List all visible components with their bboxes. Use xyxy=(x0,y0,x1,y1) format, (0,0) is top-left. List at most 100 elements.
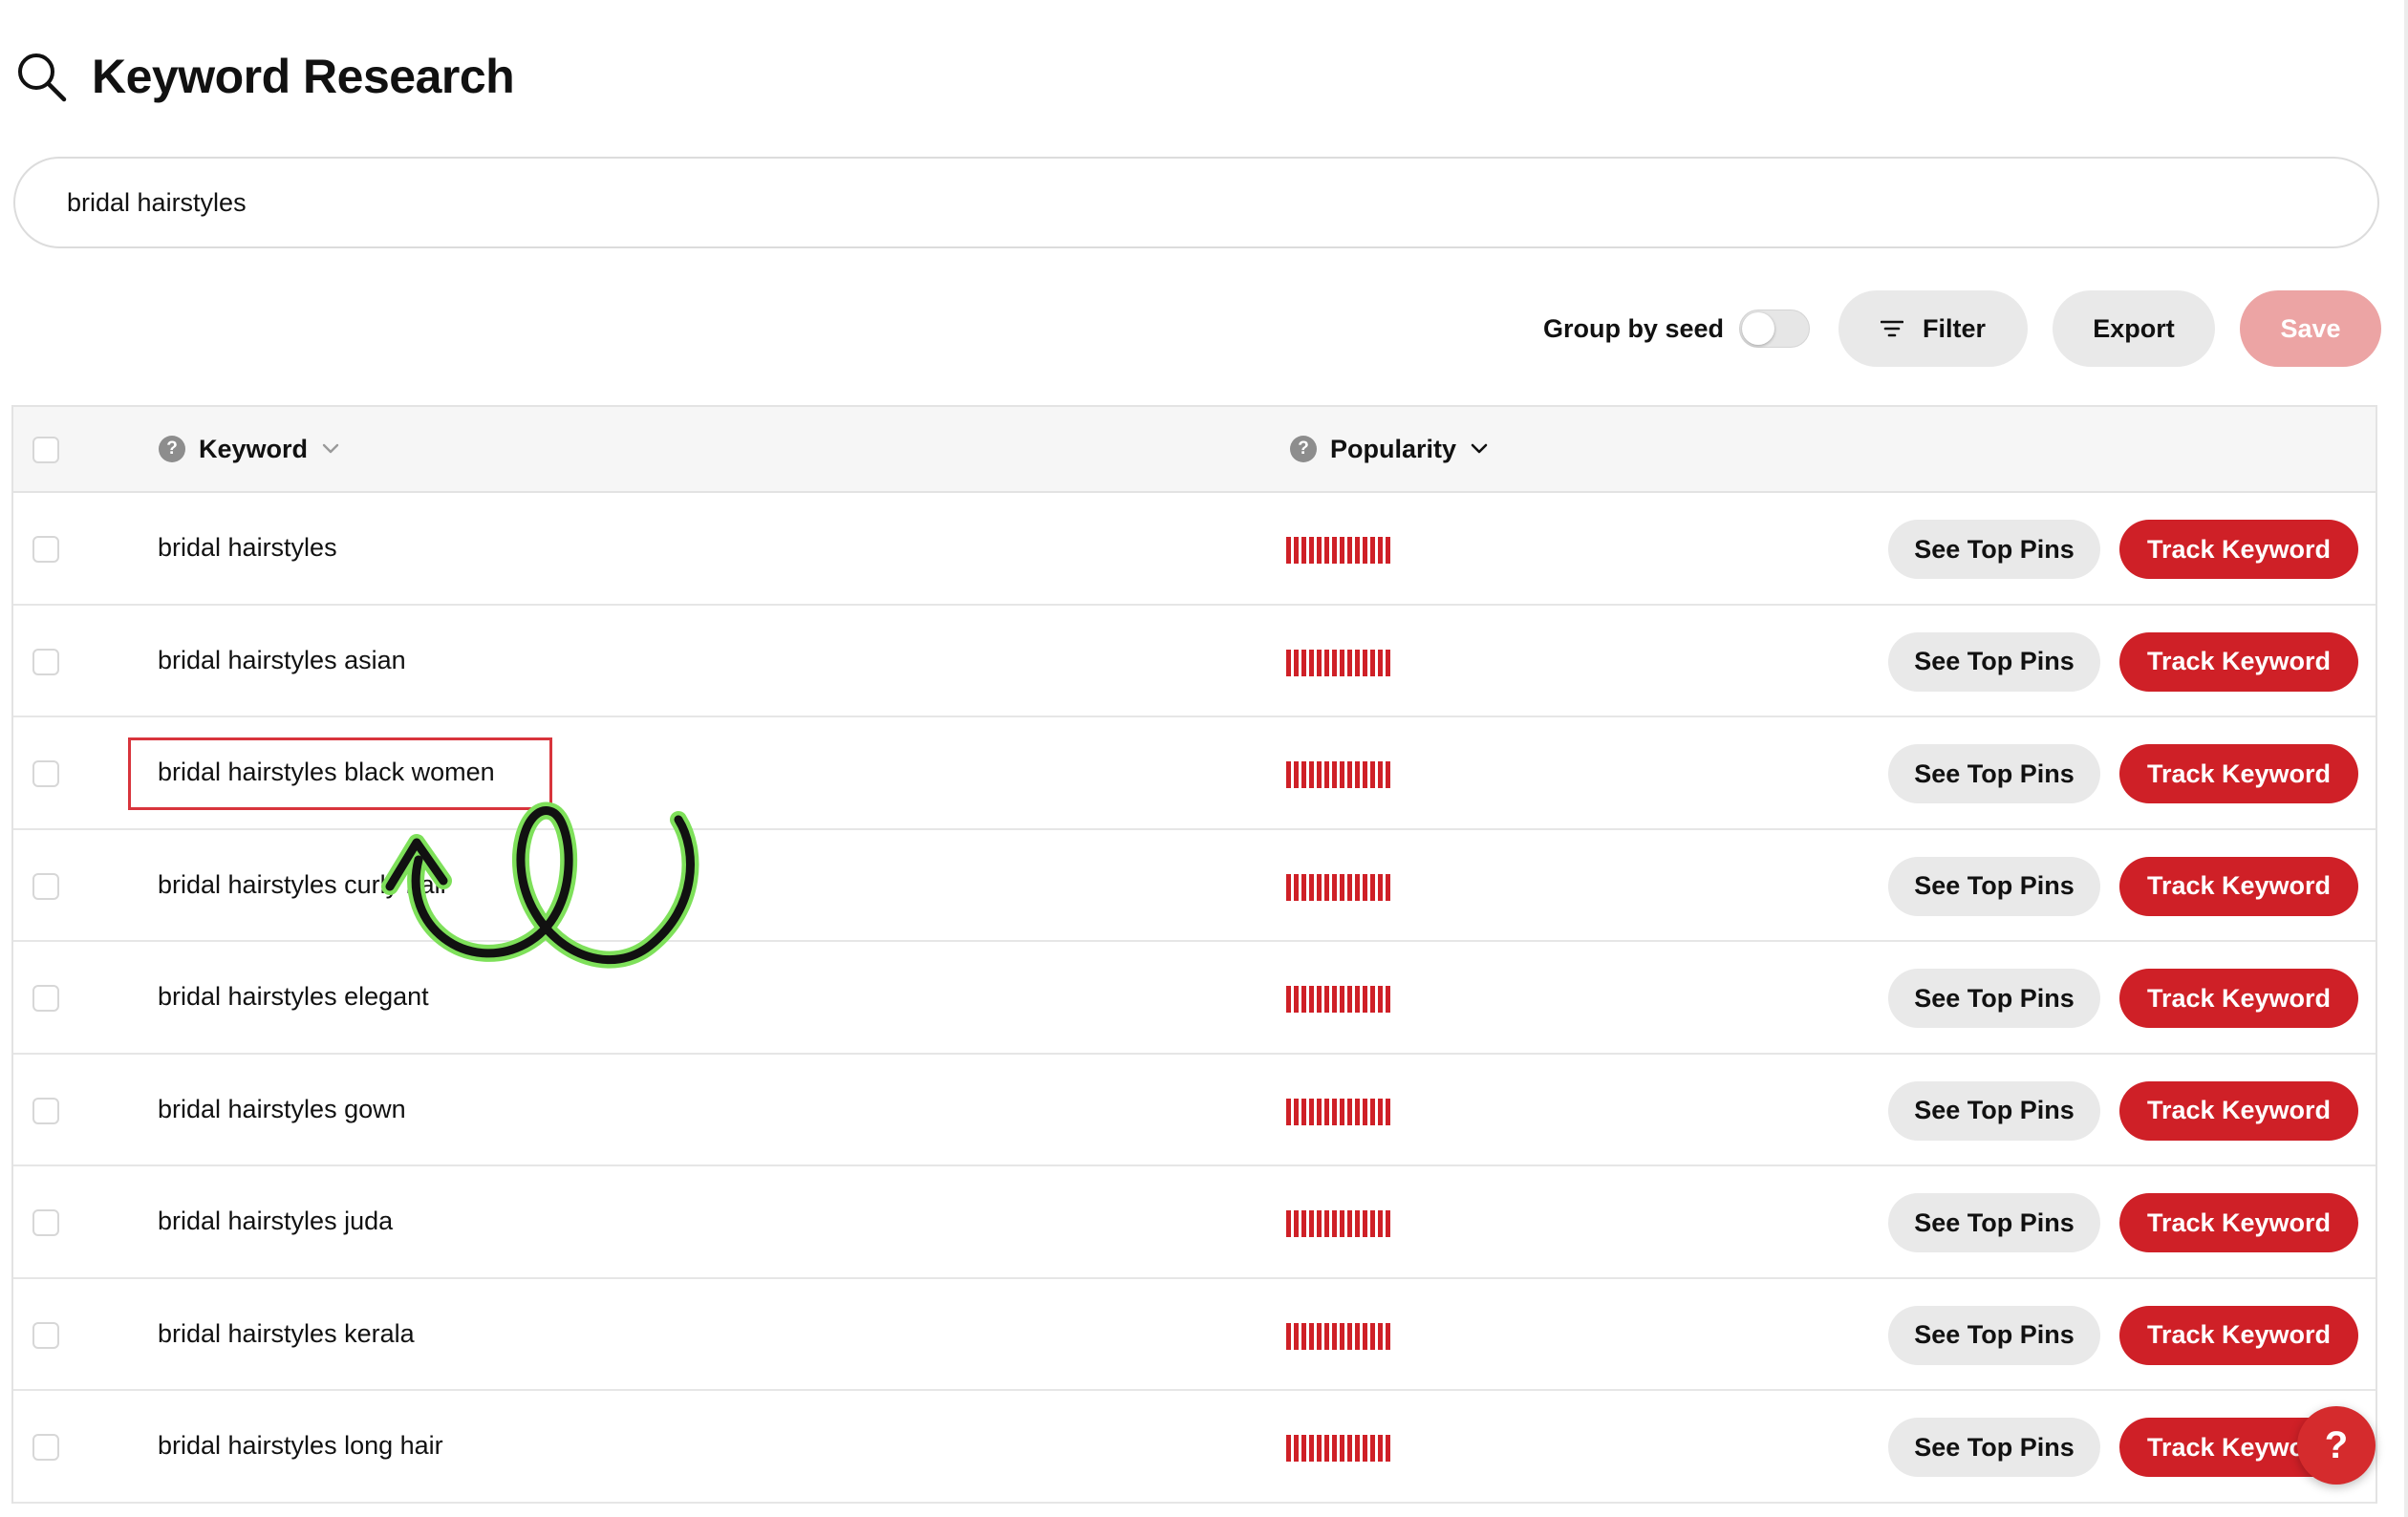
popularity-bar xyxy=(1355,761,1360,788)
keyword-column-header[interactable]: ? Keyword xyxy=(159,407,340,491)
select-all-checkbox[interactable] xyxy=(32,437,59,463)
see-top-pins-button[interactable]: See Top Pins xyxy=(1888,969,2100,1028)
popularity-bar xyxy=(1347,761,1352,788)
track-keyword-button[interactable]: Track Keyword xyxy=(2119,969,2358,1028)
popularity-column-header[interactable]: ? Popularity xyxy=(1290,407,1489,491)
popularity-bar xyxy=(1294,986,1299,1013)
popularity-bar xyxy=(1386,986,1390,1013)
row-checkbox[interactable] xyxy=(32,1209,59,1236)
popularity-bar xyxy=(1317,1098,1322,1125)
row-checkbox[interactable] xyxy=(32,1097,59,1124)
help-button[interactable]: ? xyxy=(2297,1406,2376,1485)
search-input[interactable]: bridal hairstyles xyxy=(13,157,2379,248)
page-scrollbar[interactable] xyxy=(2404,0,2408,1517)
track-keyword-button[interactable]: Track Keyword xyxy=(2119,1193,2358,1252)
popularity-bar xyxy=(1301,1210,1306,1237)
see-top-pins-button[interactable]: See Top Pins xyxy=(1888,1193,2100,1252)
popularity-bar xyxy=(1363,1098,1367,1125)
popularity-bar xyxy=(1378,986,1383,1013)
popularity-bar xyxy=(1363,873,1367,901)
popularity-bar xyxy=(1294,649,1299,676)
track-keyword-button[interactable]: Track Keyword xyxy=(2119,1305,2358,1365)
row-checkbox[interactable] xyxy=(32,872,59,900)
popularity-bar xyxy=(1386,1098,1390,1125)
track-keyword-button[interactable]: Track Keyword xyxy=(2119,1080,2358,1141)
popularity-bar xyxy=(1378,537,1383,564)
popularity-bar xyxy=(1355,537,1360,564)
track-keyword-button[interactable]: Track Keyword xyxy=(2119,631,2358,692)
popularity-bar xyxy=(1355,986,1360,1013)
row-checkbox[interactable] xyxy=(32,760,59,787)
popularity-bar xyxy=(1309,873,1314,901)
popularity-bar xyxy=(1317,1435,1322,1462)
row-checkbox[interactable] xyxy=(32,1434,59,1461)
track-keyword-button[interactable]: Track Keyword xyxy=(2119,744,2358,803)
popularity-column-label: Popularity xyxy=(1330,434,1457,463)
group-by-seed-toggle[interactable] xyxy=(1739,310,1810,348)
help-icon[interactable]: ? xyxy=(159,436,185,462)
popularity-bar xyxy=(1370,649,1375,676)
popularity-bar xyxy=(1324,986,1329,1013)
row-checkbox[interactable] xyxy=(32,985,59,1012)
row-checkbox[interactable] xyxy=(32,536,59,563)
popularity-bar xyxy=(1363,537,1367,564)
popularity-bar xyxy=(1370,1098,1375,1125)
popularity-bar xyxy=(1301,649,1306,676)
popularity-bar xyxy=(1370,761,1375,788)
see-top-pins-button[interactable]: See Top Pins xyxy=(1888,856,2100,916)
see-top-pins-button[interactable]: See Top Pins xyxy=(1888,1080,2100,1141)
popularity-bar xyxy=(1317,761,1322,788)
see-top-pins-button[interactable]: See Top Pins xyxy=(1888,1305,2100,1365)
popularity-bar xyxy=(1355,649,1360,676)
help-icon[interactable]: ? xyxy=(1290,436,1317,462)
popularity-bar xyxy=(1317,986,1322,1013)
see-top-pins-button[interactable]: See Top Pins xyxy=(1888,631,2100,692)
popularity-bar xyxy=(1332,1435,1337,1462)
popularity-bar xyxy=(1332,1210,1337,1237)
popularity-meter xyxy=(1286,761,1393,788)
popularity-bar xyxy=(1317,649,1322,676)
see-top-pins-button[interactable]: See Top Pins xyxy=(1888,744,2100,803)
popularity-bar xyxy=(1324,649,1329,676)
popularity-bar xyxy=(1286,649,1291,676)
popularity-bar xyxy=(1317,1322,1322,1350)
popularity-bar xyxy=(1347,986,1352,1013)
popularity-bar xyxy=(1355,1435,1360,1462)
keyword-column-label: Keyword xyxy=(199,434,309,463)
popularity-bar xyxy=(1309,1435,1314,1462)
save-button[interactable]: Save xyxy=(2240,290,2381,367)
popularity-bar xyxy=(1363,986,1367,1013)
popularity-bar xyxy=(1340,873,1344,901)
export-button[interactable]: Export xyxy=(2053,290,2215,367)
popularity-meter xyxy=(1286,537,1393,564)
save-button-label: Save xyxy=(2280,313,2341,343)
track-keyword-button[interactable]: Track Keyword xyxy=(2119,520,2358,579)
popularity-bar xyxy=(1340,986,1344,1013)
popularity-bar xyxy=(1378,1098,1383,1125)
popularity-bar xyxy=(1378,649,1383,676)
toggle-knob xyxy=(1742,312,1774,345)
see-top-pins-button[interactable]: See Top Pins xyxy=(1888,520,2100,579)
popularity-bar xyxy=(1294,537,1299,564)
popularity-bar xyxy=(1309,1098,1314,1125)
track-keyword-button[interactable]: Track Keyword xyxy=(2119,856,2358,916)
popularity-bar xyxy=(1355,1210,1360,1237)
popularity-bar xyxy=(1370,1322,1375,1350)
popularity-bar xyxy=(1332,986,1337,1013)
popularity-bar xyxy=(1386,537,1390,564)
filter-button-label: Filter xyxy=(1922,313,1986,343)
keyword-text: bridal hairstyles gown xyxy=(158,1094,406,1123)
popularity-bar xyxy=(1324,1210,1329,1237)
popularity-meter xyxy=(1286,649,1393,676)
row-checkbox[interactable] xyxy=(32,648,59,675)
popularity-bar xyxy=(1309,1322,1314,1350)
row-checkbox[interactable] xyxy=(32,1321,59,1349)
popularity-meter xyxy=(1286,1098,1393,1125)
popularity-bar xyxy=(1286,761,1291,788)
popularity-bar xyxy=(1378,1435,1383,1462)
popularity-bar xyxy=(1370,1210,1375,1237)
filter-button[interactable]: Filter xyxy=(1838,290,2028,367)
see-top-pins-button[interactable]: See Top Pins xyxy=(1888,1418,2100,1477)
table-row: bridal hairstyles long hair See Top Pins T… xyxy=(13,1391,2376,1504)
popularity-bar xyxy=(1301,1435,1306,1462)
